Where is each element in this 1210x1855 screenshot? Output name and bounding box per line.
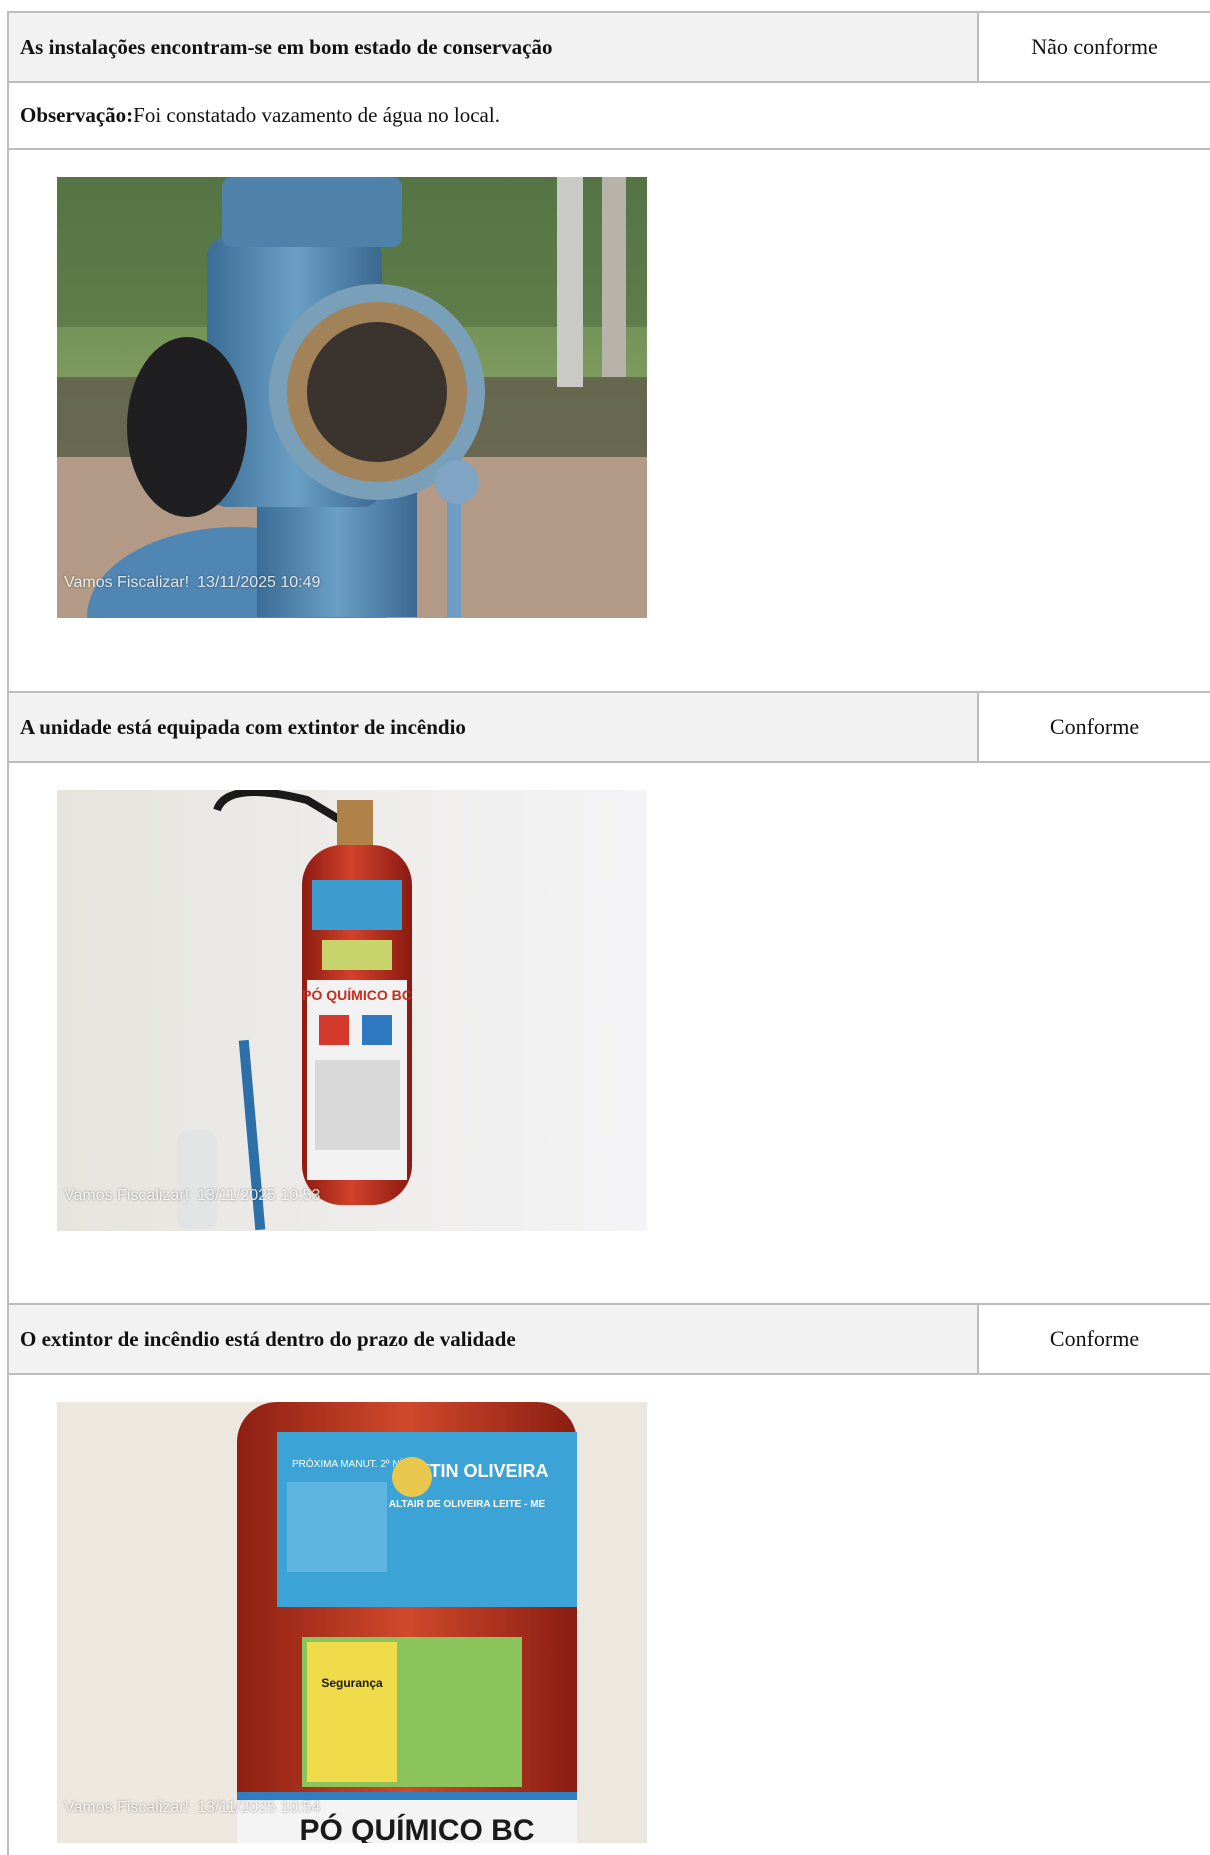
photo-row: Vamos Fiscalizar! 13/11/2025 10:49 (7, 150, 1210, 693)
label-owner: ALTAIR DE OLIVEIRA LEITE - ME (389, 1499, 546, 1510)
photo-image: EXTIN OLIVEIRA PRÓXIMA MANUT. 2º NÍVEL A… (57, 1402, 647, 1843)
photo-row: PÓ QUÍMICO BC Vamos Fiscalizar! 13/11/202… (7, 763, 1210, 1305)
status-badge: Conforme (979, 1305, 1210, 1373)
photo-extinguisher-validity-label[interactable]: EXTIN OLIVEIRA PRÓXIMA MANUT. 2º NÍVEL A… (57, 1402, 647, 1843)
question-row: O extintor de incêndio está dentro do pr… (7, 1305, 1210, 1375)
photo-row: EXTIN OLIVEIRA PRÓXIMA MANUT. 2º NÍVEL A… (7, 1375, 1210, 1855)
photo-timestamp: Vamos Fiscalizar! 13/11/2025 10:53 (64, 1187, 321, 1204)
question-text: As instalações encontram-se em bom estad… (9, 13, 979, 81)
observation-row: Observação: Foi constatado vazamento de … (7, 83, 1210, 150)
photo-timestamp: Vamos Fiscalizar! 13/11/2025 10:54 (64, 1799, 321, 1816)
status-badge: Conforme (979, 693, 1210, 761)
observation-text: Foi constatado vazamento de água no loca… (133, 103, 500, 127)
observation-label: Observação: (20, 103, 134, 127)
inspection-report: As instalações encontram-se em bom estad… (7, 11, 1210, 1855)
label-seal: Segurança (321, 1676, 383, 1690)
question-text: O extintor de incêndio está dentro do pr… (9, 1305, 979, 1373)
extinguisher-label: PÓ QUÍMICO BC (302, 986, 412, 1003)
question-row: As instalações encontram-se em bom estad… (7, 11, 1210, 83)
photo-image (57, 177, 647, 618)
label-bottom-text: PÓ QUÍMICO BC (299, 1813, 534, 1843)
photo-timestamp: Vamos Fiscalizar! 13/11/2025 10:49 (64, 574, 321, 591)
question-text: A unidade está equipada com extintor de … (9, 693, 979, 761)
question-row: A unidade está equipada com extintor de … (7, 693, 1210, 763)
photo-water-leak[interactable]: Vamos Fiscalizar! 13/11/2025 10:49 (57, 177, 647, 618)
status-badge: Não conforme (979, 13, 1210, 81)
photo-image: PÓ QUÍMICO BC (57, 790, 647, 1231)
photo-fire-extinguisher[interactable]: PÓ QUÍMICO BC Vamos Fiscalizar! 13/11/202… (57, 790, 647, 1231)
